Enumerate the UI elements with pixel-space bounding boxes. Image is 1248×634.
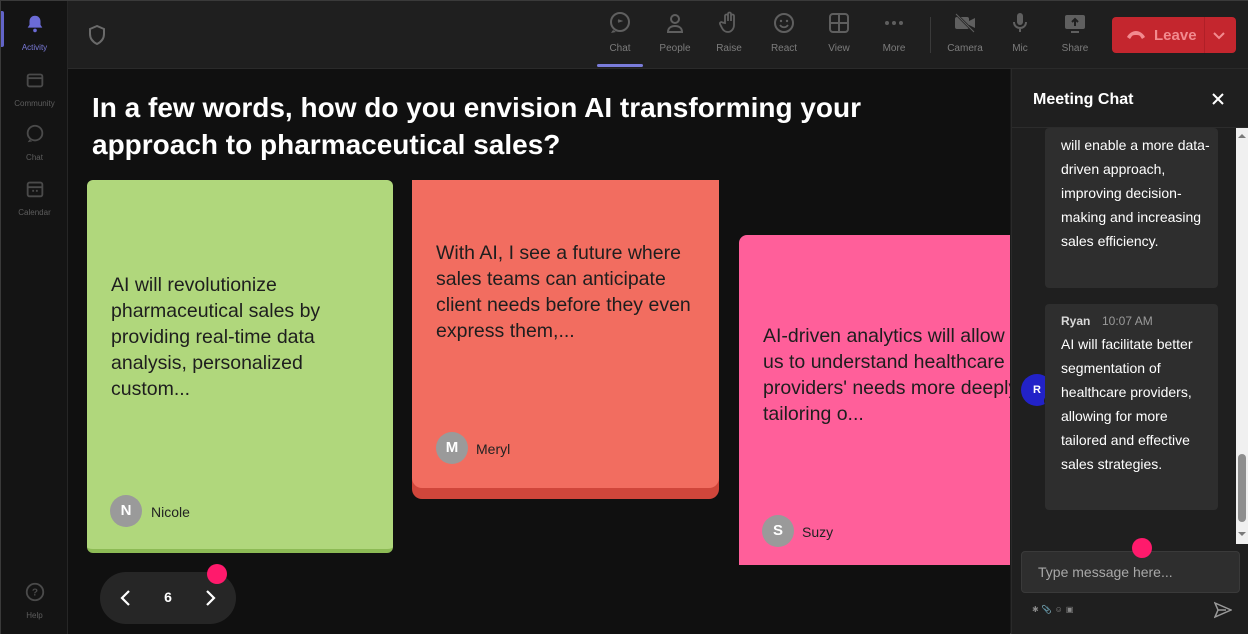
- message-text: AI will facilitate better segmentation o…: [1061, 336, 1193, 472]
- gif-icon[interactable]: ▣: [1066, 605, 1077, 614]
- grid-view-icon: [829, 13, 849, 33]
- people-icon: [666, 14, 684, 33]
- message-list: will enable a more data-driven approach,…: [1012, 128, 1234, 544]
- meeting-window: Activity Community Chat Calendar ? Help …: [0, 0, 1248, 634]
- mic-label: Mic: [1012, 43, 1028, 54]
- chat-panel-title: Meeting Chat: [1033, 91, 1134, 108]
- question-title: In a few words, how do you envision AI t…: [92, 92, 862, 160]
- presentation-stage: In a few words, how do you envision AI t…: [68, 69, 1010, 634]
- more-dots-icon: [885, 21, 903, 25]
- scrollbar-thumb[interactable]: [1238, 454, 1246, 522]
- cursor-indicator-dot: [207, 564, 227, 584]
- toolbar-separator: [930, 17, 931, 53]
- calendar-icon: [26, 181, 43, 198]
- help-icon: ?: [25, 582, 44, 602]
- smiley-icon: [774, 13, 794, 33]
- raise-label: Raise: [716, 43, 742, 54]
- hang-up-icon: [1127, 31, 1145, 39]
- rail-label: Calendar: [18, 208, 51, 217]
- share-label: Share: [1061, 43, 1089, 54]
- svg-text:?: ?: [31, 588, 37, 599]
- page-number: 6: [164, 589, 172, 605]
- rail-label: Chat: [26, 153, 43, 162]
- meeting-chat-panel: Meeting Chat will enable a more data-dri…: [1011, 69, 1248, 634]
- raise-hand-button[interactable]: Raise: [707, 11, 751, 63]
- chat-icon: [26, 124, 43, 143]
- people-button[interactable]: People: [653, 11, 697, 63]
- avatar: S: [762, 515, 794, 547]
- chat-scrollbar[interactable]: [1236, 128, 1248, 544]
- camera-off-icon: [955, 13, 975, 33]
- send-icon[interactable]: [1214, 601, 1232, 619]
- rail-item-activity[interactable]: Activity: [1, 7, 68, 57]
- emoji-icon[interactable]: ☺: [1055, 605, 1066, 614]
- chat-message: Ryan 10:07 AM AI will facilitate better …: [1045, 304, 1218, 510]
- author-name: Suzy: [802, 524, 834, 540]
- chat-label: Chat: [609, 43, 631, 54]
- chevron-down-icon[interactable]: [1212, 29, 1226, 41]
- react-label: React: [770, 43, 798, 54]
- microphone-icon: [1013, 13, 1027, 32]
- cursor-indicator-dot: [1132, 538, 1152, 558]
- camera-button[interactable]: Camera: [943, 11, 987, 63]
- sender-name: Ryan: [1061, 314, 1091, 328]
- response-card[interactable]: With AI, I see a future where sales team…: [412, 180, 719, 488]
- response-text: AI-driven analytics will allow us to und…: [763, 325, 1010, 425]
- scroll-down-arrow-icon[interactable]: [1238, 530, 1246, 538]
- leave-divider: [1204, 17, 1205, 53]
- chevron-left-icon[interactable]: [116, 588, 136, 608]
- response-text: AI will revolutionize pharmaceutical sal…: [111, 274, 321, 400]
- response-text: With AI, I see a future where sales team…: [436, 242, 691, 342]
- view-label: View: [828, 43, 850, 54]
- shield-icon[interactable]: [88, 25, 106, 45]
- rail-item-chat[interactable]: Chat: [1, 117, 68, 167]
- rail-label: Activity: [21, 43, 48, 52]
- avatar: M: [436, 432, 468, 464]
- avatar: N: [110, 495, 142, 527]
- community-icon: [26, 73, 43, 88]
- rail-item-community[interactable]: Community: [1, 63, 68, 113]
- raise-hand-icon: [719, 11, 735, 33]
- active-tab-indicator: [597, 64, 643, 67]
- view-button[interactable]: View: [817, 11, 861, 63]
- share-button[interactable]: Share: [1053, 11, 1097, 63]
- response-card[interactable]: AI-driven analytics will allow us to und…: [739, 235, 1010, 565]
- attach-icon[interactable]: 📎: [1042, 605, 1055, 614]
- react-button[interactable]: React: [762, 11, 806, 63]
- response-card[interactable]: AI will revolutionize pharmaceutical sal…: [87, 180, 393, 553]
- mic-button[interactable]: Mic: [998, 11, 1042, 63]
- bell-icon: [27, 15, 42, 33]
- leave-label: Leave: [1154, 27, 1197, 44]
- format-icon[interactable]: ✱: [1032, 605, 1042, 614]
- message-text: will enable a more data-driven approach,…: [1061, 137, 1210, 249]
- camera-label: Camera: [947, 43, 983, 54]
- meeting-toolbar: Chat People Raise React View More Camera: [68, 1, 1248, 69]
- message-time: 10:07 AM: [1102, 314, 1153, 328]
- people-label: People: [659, 43, 691, 54]
- rail-item-calendar[interactable]: Calendar: [1, 172, 68, 222]
- more-label: More: [882, 43, 906, 54]
- leave-button[interactable]: Leave: [1112, 17, 1236, 53]
- share-screen-icon: [1065, 15, 1085, 33]
- scroll-up-arrow-icon[interactable]: [1238, 132, 1246, 140]
- author-name: Meryl: [476, 441, 511, 457]
- formatting-toolbar: ✱📎☺▣: [1032, 605, 1076, 614]
- left-rail: Activity Community Chat Calendar ? Help: [1, 1, 68, 634]
- author-name: Nicole: [151, 504, 190, 520]
- chat-icon: [610, 12, 630, 33]
- close-icon[interactable]: [1210, 91, 1226, 107]
- rail-label: Help: [26, 611, 43, 620]
- chat-button[interactable]: Chat: [598, 11, 642, 63]
- chat-message: will enable a more data-driven approach,…: [1045, 128, 1218, 288]
- rail-label: Community: [14, 99, 55, 108]
- rail-item-help[interactable]: ? Help: [1, 575, 68, 625]
- message-input[interactable]: Type message here...: [1021, 551, 1240, 593]
- more-button[interactable]: More: [872, 11, 916, 63]
- chevron-right-icon[interactable]: [200, 588, 220, 608]
